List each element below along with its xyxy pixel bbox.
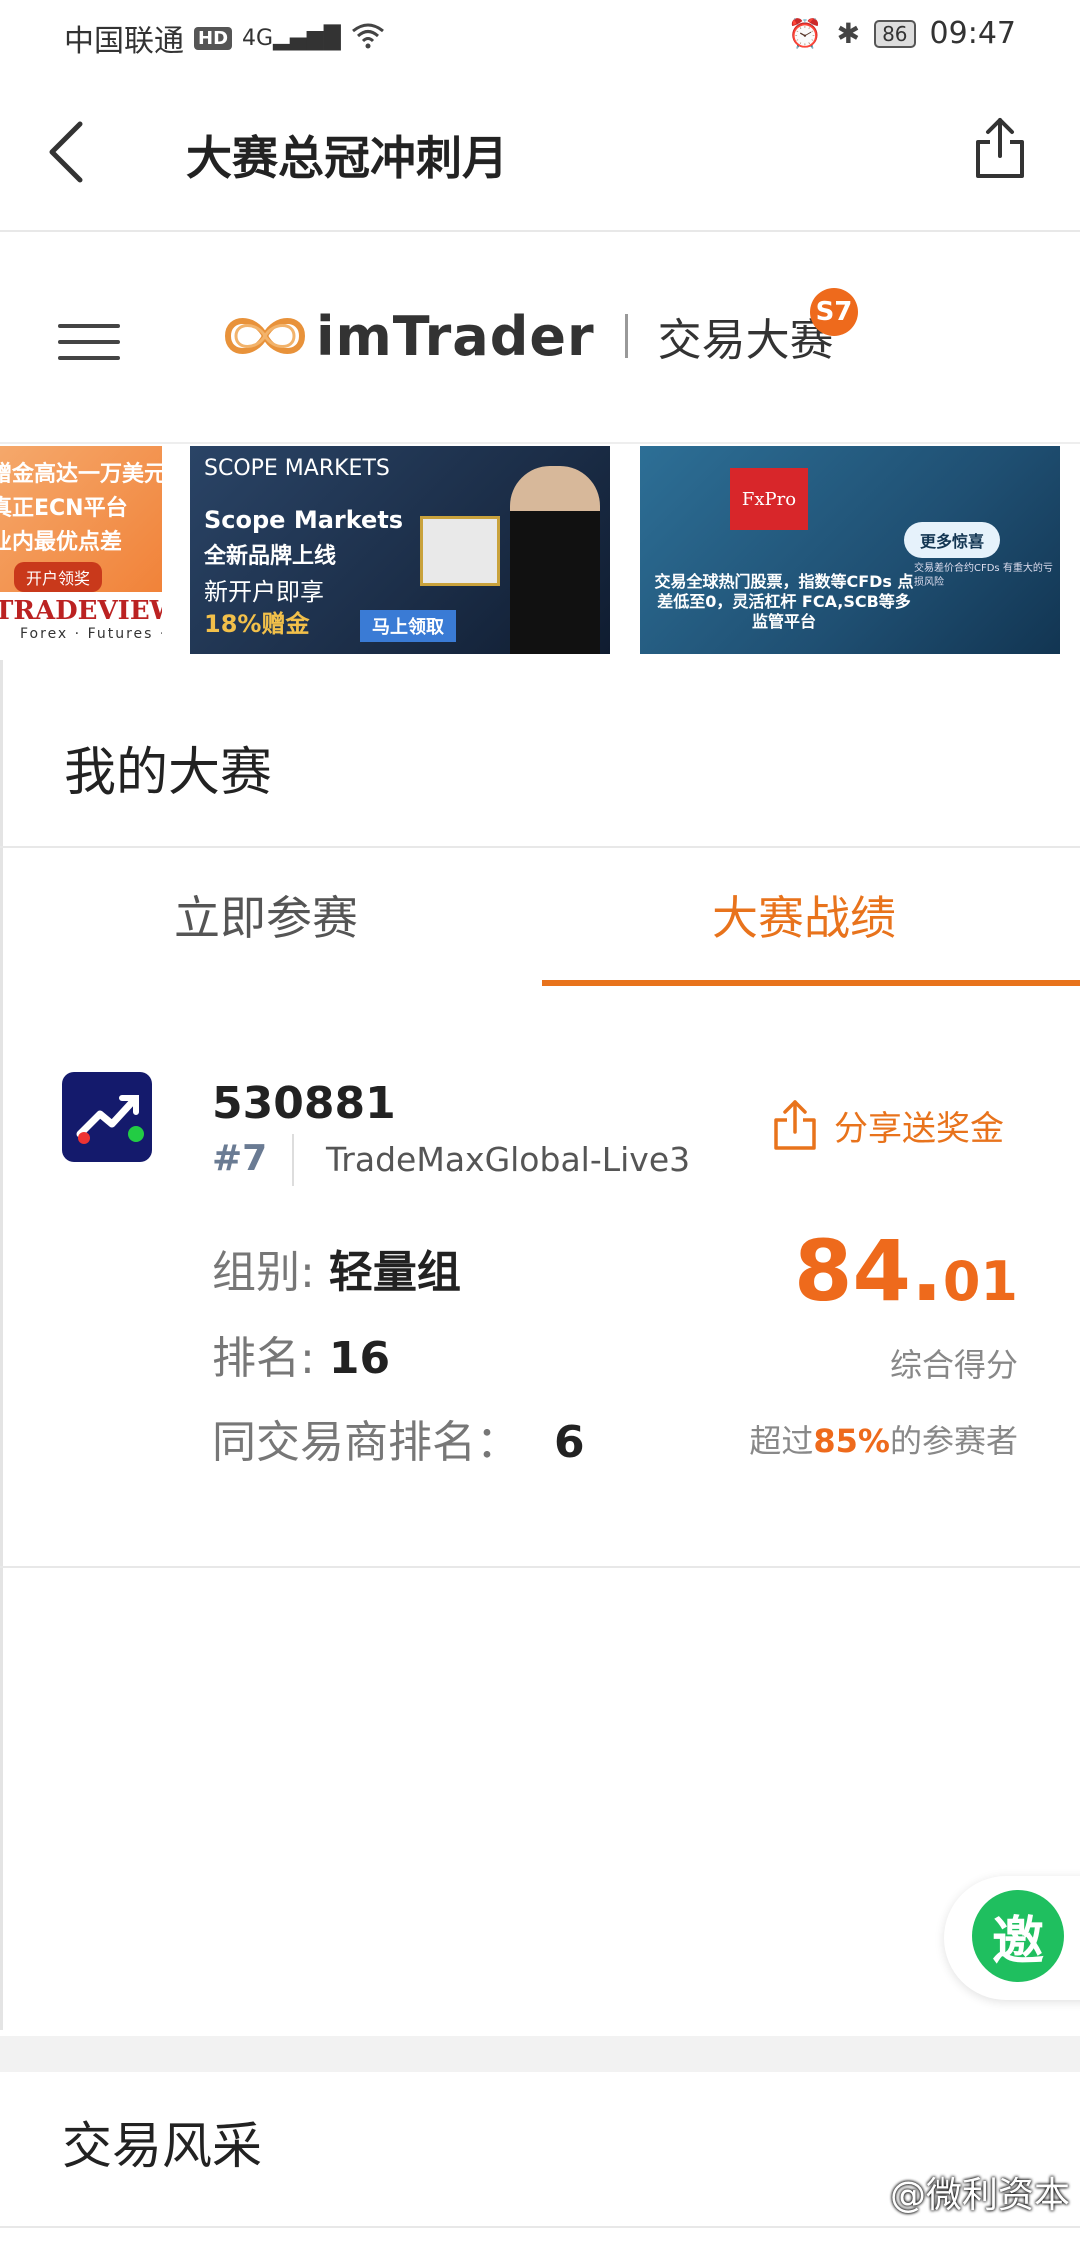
rank-tag: #7 <box>212 1138 268 1179</box>
banner-brand: FxPro <box>730 468 808 530</box>
tab-contest-record[interactable]: 大赛战绩 <box>712 882 896 948</box>
score-label: 综合得分 <box>889 1346 1018 1384</box>
rank-value: 16 <box>328 1333 391 1384</box>
section-title-my-contest: 我的大赛 <box>64 743 273 803</box>
score-integer: 84. <box>794 1222 943 1320</box>
banner-fineprint: 交易差价合约CFDs 有重大的亏损风险 <box>914 563 1053 588</box>
banner-line: Scope Markets <box>204 506 404 534</box>
invite-button[interactable]: 邀 <box>972 1890 1064 1982</box>
broker-rank-row: 同交易商排名： 6 <box>212 1406 585 1470</box>
banner-line: 赠金高达一万美元 <box>0 462 162 487</box>
banner-line: 真正ECN平台 <box>0 496 128 521</box>
logo-divider <box>624 314 628 358</box>
signal-icon: 4G▂▄▆█ <box>242 25 341 51</box>
banner-line: 新开户即享 <box>204 578 324 606</box>
composite-score: 84.01 <box>794 1222 1018 1320</box>
banner-line: 业内最优点差 <box>0 530 123 555</box>
section-gap <box>0 2036 1080 2072</box>
banner-brand: TRADEVIEW <box>0 596 162 626</box>
menu-icon-line <box>58 324 120 328</box>
banner-line: 18%赠金 <box>204 610 310 638</box>
menu-icon-line <box>58 356 120 360</box>
group-row: 组别: 轻量组 <box>212 1236 461 1300</box>
section-title-trading-showcase: 交易风采 <box>62 2117 262 2175</box>
share-button[interactable] <box>972 116 1036 188</box>
share-bonus-button[interactable]: 分享送奖金 <box>772 1098 1004 1152</box>
divider <box>292 1134 294 1186</box>
trend-chart-icon <box>76 1095 144 1144</box>
page-title: 大赛总冠冲刺月 <box>186 131 508 185</box>
server-name: TradeMaxGlobal-Live3 <box>326 1140 691 1179</box>
banner-tradeview[interactable]: 赠金高达一万美元 真正ECN平台 业内最优点差 开户领奖 TRADEVIEW F… <box>0 446 162 654</box>
menu-button[interactable] <box>58 324 120 368</box>
beat-suffix: 的参赛者 <box>889 1422 1018 1460</box>
infinity-logo-icon <box>224 318 306 354</box>
season-badge: S7 <box>810 288 858 336</box>
gift-box-image <box>420 516 500 586</box>
beat-value: 85% <box>813 1422 890 1460</box>
group-key: 组别: <box>212 1247 315 1298</box>
wifi-icon <box>351 21 385 56</box>
bluetooth-icon: ✱ <box>836 17 861 50</box>
clock: 09:47 <box>929 16 1016 51</box>
active-tab-indicator <box>542 980 1080 986</box>
share-icon <box>976 118 1024 178</box>
beat-percentage: 超过85%的参赛者 <box>749 1416 1018 1462</box>
alarm-icon: ⏰ <box>787 17 823 50</box>
share-bonus-label: 分享送奖金 <box>834 1108 1004 1149</box>
banner-carousel[interactable]: 赠金高达一万美元 真正ECN平台 业内最优点差 开户领奖 TRADEVIEW F… <box>0 446 1080 654</box>
banner-cta-button[interactable]: 更多惊喜 <box>904 522 1001 558</box>
rank-row: 排名: 16 <box>212 1322 390 1386</box>
hd-icon: HD <box>194 26 233 50</box>
rank-key: 排名: <box>212 1333 315 1384</box>
divider <box>0 2226 1080 2228</box>
status-bar: 中国联通 HD 4G▂▄▆█ ⏰ ✱ 86 09:47 <box>0 0 1080 72</box>
banner-cta-button[interactable]: 马上领取 <box>360 610 456 642</box>
app-header: 大赛总冠冲刺月 <box>0 72 1080 232</box>
brand-subtitle: 交易大赛 <box>657 315 834 366</box>
banner-brand: SCOPE MARKETS <box>204 456 390 481</box>
account-avatar[interactable] <box>62 1072 152 1162</box>
divider <box>0 1566 1080 1568</box>
brand-logo: imTrader 交易大赛 <box>220 304 834 368</box>
contest-tabs: 立即参赛 大赛战绩 <box>0 848 1080 986</box>
score-decimal: 01 <box>942 1250 1018 1313</box>
account-id: 530881 <box>212 1078 396 1129</box>
broker-rank-key: 同交易商排名： <box>212 1417 520 1468</box>
banner-scope-markets[interactable]: SCOPE MARKETS Scope Markets 全新品牌上线 新开户即享… <box>190 446 610 654</box>
carrier-label: 中国联通 <box>64 24 184 59</box>
banner-text: 交易全球热门股票，指数等CFDs 点差低至0，灵活杠杆 FCA,SCB等多监管平… <box>654 572 914 631</box>
back-button[interactable] <box>36 114 96 190</box>
network-type: 4G <box>242 25 274 51</box>
banner-cta-button[interactable]: 开户领奖 <box>14 562 103 592</box>
banner-footer: TRADEVIEW Forex · Futures · Stocks <box>0 592 162 654</box>
watermark: @微利资本 <box>889 2175 1070 2216</box>
battery-icon: 86 <box>874 19 916 48</box>
beat-prefix: 超过 <box>749 1422 814 1460</box>
brand-name: imTrader <box>316 304 595 368</box>
banner-line: 全新品牌上线 <box>204 544 337 569</box>
share-icon <box>774 1100 816 1150</box>
broker-rank-value: 6 <box>554 1417 585 1468</box>
status-left: 中国联通 HD 4G▂▄▆█ <box>64 16 385 60</box>
banner-fxpro[interactable]: FxPro 更多惊喜 交易全球热门股票，指数等CFDs 点差低至0，灵活杠杆 F… <box>640 446 1060 654</box>
back-arrow-icon <box>49 121 83 183</box>
status-right: ⏰ ✱ 86 09:47 <box>788 16 1016 51</box>
banner-tagline: Forex · Futures · Stocks <box>20 626 162 642</box>
tab-join-now[interactable]: 立即参赛 <box>174 882 358 948</box>
brand-bar: imTrader 交易大赛 S7 <box>0 234 1080 444</box>
group-value: 轻量组 <box>328 1247 461 1298</box>
menu-icon-line <box>58 340 120 344</box>
person-image <box>510 466 600 654</box>
